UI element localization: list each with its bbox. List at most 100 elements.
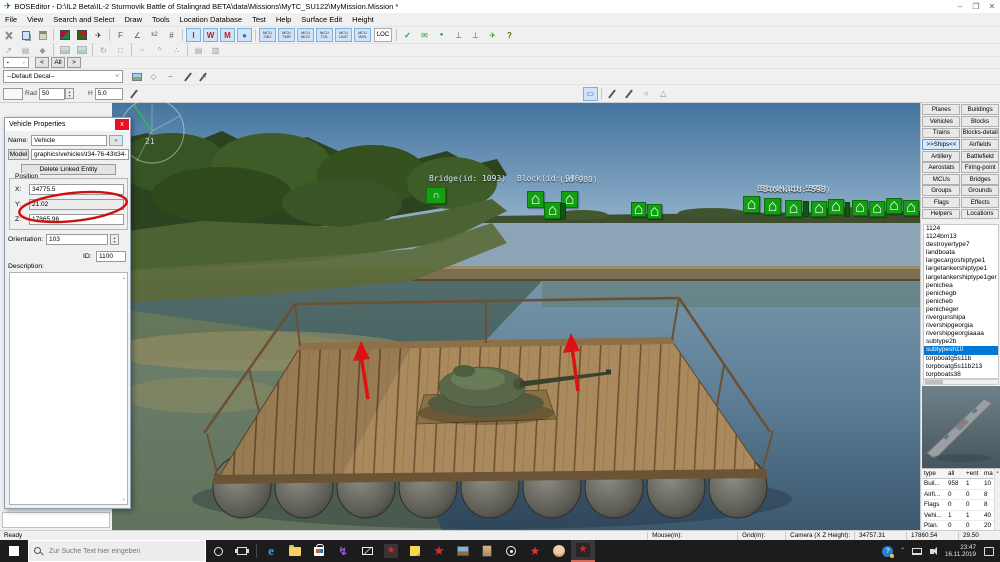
mcu-mov-button[interactable]: MCU MOV xyxy=(297,28,314,42)
font-button[interactable]: F xyxy=(113,28,128,42)
category-airfields[interactable]: Airfields xyxy=(961,139,1000,150)
cut-button[interactable] xyxy=(1,28,16,42)
scroll-down-icon[interactable]: ▼ xyxy=(122,497,126,502)
dialog-title-bar[interactable]: Vehicle Properties x xyxy=(5,118,130,131)
category-flags[interactable]: Flags xyxy=(922,197,961,208)
category-effects[interactable]: Effects xyxy=(961,197,1000,208)
block-map-icon-edge[interactable] xyxy=(845,202,850,217)
block-map-icon[interactable]: ⌂ xyxy=(852,199,868,216)
message-button[interactable]: ✉ xyxy=(417,28,432,42)
block-map-icon[interactable]: ⌂ xyxy=(785,200,802,217)
list-item[interactable]: penichegb xyxy=(924,290,998,298)
category-helpers[interactable]: Helpers xyxy=(922,208,961,220)
paste-button[interactable] xyxy=(35,28,50,42)
list-item[interactable]: torpboatg5s11b213 xyxy=(924,363,998,371)
path-b-button[interactable]: ^ xyxy=(152,43,167,57)
rad-spinner[interactable]: ▲ ▼ xyxy=(64,88,74,99)
x-input[interactable] xyxy=(29,184,124,195)
filter-combo[interactable]: ▪ ˅ xyxy=(3,57,29,68)
category-trains[interactable]: Trains xyxy=(922,127,961,139)
droplet-button[interactable]: ○ xyxy=(638,86,654,101)
tray-expand-button[interactable]: ˆ xyxy=(901,547,904,556)
brush-star-button[interactable] xyxy=(604,86,620,101)
table-row[interactable]: Vehi... 1 1 40 xyxy=(922,511,1000,521)
model-button[interactable]: Model xyxy=(8,149,29,160)
texture-map-button[interactable] xyxy=(57,28,72,42)
scroll-up-icon[interactable]: ▲ xyxy=(122,275,126,280)
bridge-map-icon[interactable]: ∩ xyxy=(426,187,446,204)
list-item[interactable]: 1124bm13 xyxy=(924,233,998,241)
window-mode-button[interactable]: ▭ xyxy=(582,86,598,101)
block-map-icon-edge[interactable] xyxy=(803,201,809,217)
decal-remove-button[interactable]: − xyxy=(163,69,178,84)
lightning-app-button[interactable]: ↯ xyxy=(331,540,355,562)
list-item[interactable]: subtype2b xyxy=(924,338,998,346)
network-tray-button[interactable] xyxy=(911,547,922,555)
category-firing-point[interactable]: Firing-point xyxy=(961,162,1000,174)
photo-app-button[interactable] xyxy=(475,540,499,562)
volume-tray-button[interactable] xyxy=(929,546,937,555)
list-item[interactable]: penicheb xyxy=(924,298,998,306)
image-a-button[interactable] xyxy=(57,43,72,57)
description-textarea[interactable]: ▲ ▼ xyxy=(9,272,128,505)
list-item-selected[interactable]: subtypesh10 xyxy=(924,346,998,355)
list-item[interactable]: rivershipgeorgiaaaa xyxy=(924,330,998,338)
filter-prev-button[interactable]: < xyxy=(35,57,49,68)
mail-button[interactable] xyxy=(355,540,379,562)
list-item[interactable]: 1124 xyxy=(924,225,998,233)
mcu-tmr-button[interactable]: MCU TMR xyxy=(278,28,295,42)
store-button[interactable] xyxy=(307,540,331,562)
menu-file[interactable]: File xyxy=(0,15,22,24)
check-button[interactable]: ✓ xyxy=(400,28,415,42)
filter-mission-button[interactable]: M xyxy=(220,28,235,42)
cortana-button[interactable] xyxy=(206,540,230,562)
edge-button[interactable]: e xyxy=(259,540,283,562)
block-map-icon[interactable]: ⌂ xyxy=(903,199,919,216)
menu-search-and-select[interactable]: Search and Select xyxy=(48,15,119,24)
name-more-button[interactable]: » xyxy=(109,135,123,146)
y-input[interactable] xyxy=(29,199,124,210)
sheet-a-button[interactable]: ▤ xyxy=(191,43,206,57)
list-horizontal-scrollbar[interactable] xyxy=(923,379,999,385)
category-groups[interactable]: Groups xyxy=(922,185,961,197)
pattern-button[interactable]: ▤ xyxy=(18,43,33,57)
sticky-notes-button[interactable] xyxy=(403,540,427,562)
file-explorer-button[interactable] xyxy=(283,540,307,562)
nodes-button[interactable]: ∴ xyxy=(169,43,184,57)
menu-tools[interactable]: Tools xyxy=(147,15,175,24)
image-b-button[interactable] xyxy=(74,43,89,57)
decal-pen-delete-button[interactable]: ✕ xyxy=(197,69,212,84)
gallery-app-button[interactable] xyxy=(451,540,475,562)
category-battlefield[interactable]: Battlefield xyxy=(961,150,1000,162)
block-map-icon[interactable]: ⌂ xyxy=(527,191,544,208)
category-aerostats[interactable]: Aerostats xyxy=(922,162,961,174)
list-item[interactable]: penicheger xyxy=(924,306,998,314)
z-input[interactable] xyxy=(29,214,124,225)
il2-launcher-button[interactable]: ★ xyxy=(379,540,403,562)
loc-button[interactable]: LOC xyxy=(374,28,392,42)
category-artillery[interactable]: Artillery xyxy=(922,150,961,162)
green-dot-button[interactable]: ● xyxy=(434,28,449,42)
taskbar-search[interactable] xyxy=(28,540,206,562)
start-button[interactable] xyxy=(0,540,28,562)
bos-editor-taskbar-button[interactable]: ★ xyxy=(571,540,595,562)
list-item[interactable]: torpboatg5s11b xyxy=(924,355,998,363)
category-blocks-detail[interactable]: Blocks-detail xyxy=(961,127,1000,139)
left-bottom-field[interactable] xyxy=(2,512,110,528)
list-item[interactable]: largetankershiptype1ger xyxy=(924,274,998,282)
dialog-close-button[interactable]: x xyxy=(115,119,129,130)
block-map-icon[interactable]: ⌂ xyxy=(886,197,902,214)
mcu-tol-button[interactable]: MCU TOL xyxy=(316,28,333,42)
action-center-button[interactable] xyxy=(984,546,994,556)
copy-button[interactable] xyxy=(18,28,33,42)
decal-select[interactable]: --Default Decal-- ˅ xyxy=(3,70,123,83)
model-input[interactable] xyxy=(31,149,129,160)
select-poly-button[interactable]: ◆ xyxy=(35,43,50,57)
search-input[interactable] xyxy=(47,546,197,556)
orientation-spinner[interactable]: ▲ ▼ xyxy=(110,234,119,245)
menu-height[interactable]: Height xyxy=(347,15,379,24)
help-tray-button[interactable]: ? xyxy=(882,545,894,557)
block-map-icon[interactable]: ⌂ xyxy=(869,200,885,217)
plane-down-button[interactable]: ✈ xyxy=(91,28,106,42)
category-ships[interactable]: >>Ships<< xyxy=(922,139,961,150)
